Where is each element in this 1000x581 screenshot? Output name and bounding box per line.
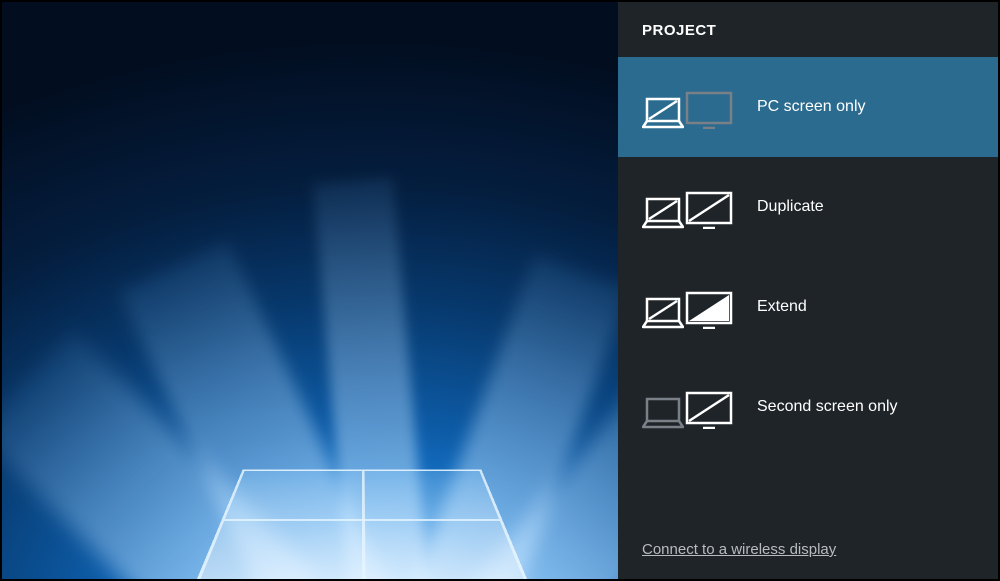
panel-footer: Connect to a wireless display (618, 541, 998, 579)
project-options: PC screen only Duplicate (618, 57, 998, 457)
project-panel: PROJECT PC screen only (618, 2, 998, 579)
option-label: Extend (757, 298, 807, 316)
option-extend[interactable]: Extend (618, 257, 998, 357)
extend-icon (642, 285, 733, 329)
second-screen-only-icon (642, 385, 733, 429)
option-duplicate[interactable]: Duplicate (618, 157, 998, 257)
option-pc-screen-only[interactable]: PC screen only (618, 57, 998, 157)
desktop-background (2, 2, 618, 579)
option-label: PC screen only (757, 98, 866, 116)
option-second-screen-only[interactable]: Second screen only (618, 357, 998, 457)
connect-wireless-display-link[interactable]: Connect to a wireless display (642, 541, 836, 558)
option-label: Duplicate (757, 198, 824, 216)
duplicate-icon (642, 185, 733, 229)
panel-title: PROJECT (642, 22, 974, 39)
option-label: Second screen only (757, 398, 898, 416)
panel-header: PROJECT (618, 2, 998, 57)
pc-screen-only-icon (642, 85, 733, 129)
